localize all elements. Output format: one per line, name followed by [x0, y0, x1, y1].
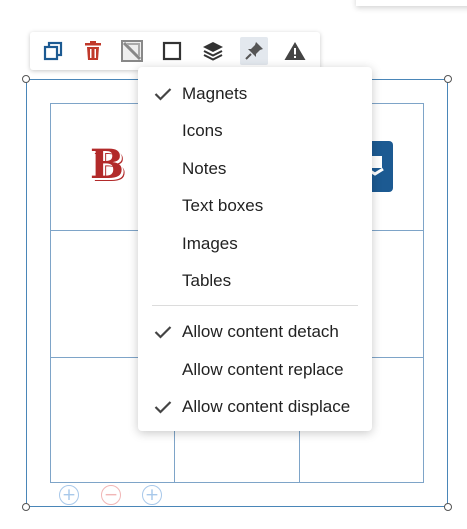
menu-item-label: Magnets: [182, 84, 248, 103]
logo-letter: B: [90, 141, 124, 188]
menu-item-icons[interactable]: Icons: [138, 113, 372, 149]
menu-item-label: Allow content replace: [182, 360, 344, 379]
menu-item-label: Icons: [182, 121, 223, 140]
crop-disabled-icon: [121, 40, 143, 62]
menu-item-images[interactable]: Images: [138, 226, 372, 262]
background-panel-edge: [356, 0, 467, 6]
menu-item-magnets[interactable]: Magnets: [138, 76, 372, 112]
duplicate-button[interactable]: [39, 37, 67, 65]
menu-item-label: Text boxes: [182, 196, 264, 215]
menu-item-label: Notes: [182, 159, 227, 178]
warning-button[interactable]: [281, 37, 309, 65]
resize-handle-top-right[interactable]: [444, 75, 452, 83]
resize-handle-bottom-right[interactable]: [444, 503, 452, 511]
checkmark-icon: [154, 88, 172, 101]
checkmark-icon: [154, 326, 172, 339]
checkmark-icon: [154, 401, 172, 414]
menu-item-text-boxes[interactable]: Text boxes: [138, 188, 372, 224]
menu-item-label: Allow content displace: [182, 397, 351, 416]
menu-item-tables[interactable]: Tables: [138, 263, 372, 299]
menu-divider: [152, 305, 358, 306]
pin-icon: [245, 42, 263, 60]
snap-options-menu: Magnets Icons Notes Text boxes Images Ta…: [138, 67, 372, 431]
pin-button[interactable]: [240, 37, 268, 65]
resize-handle-top-left[interactable]: [22, 75, 30, 83]
warning-icon: [284, 42, 306, 60]
layers-icon: [203, 42, 223, 61]
menu-item-notes[interactable]: Notes: [138, 151, 372, 187]
add-row-button[interactable]: +: [142, 485, 162, 505]
resize-handle-bottom-left[interactable]: [22, 503, 30, 511]
remove-column-button[interactable]: −: [101, 485, 121, 505]
square-icon: [162, 41, 182, 61]
add-column-button[interactable]: +: [59, 485, 79, 505]
border-button[interactable]: [158, 37, 186, 65]
crop-button[interactable]: [118, 37, 146, 65]
menu-item-label: Images: [182, 234, 238, 253]
menu-item-label: Allow content detach: [182, 322, 339, 341]
menu-option-allow-displace[interactable]: Allow content displace: [138, 389, 372, 425]
layers-button[interactable]: [199, 37, 227, 65]
menu-option-allow-replace[interactable]: Allow content replace: [138, 352, 372, 388]
delete-button[interactable]: [79, 37, 107, 65]
trash-icon: [85, 41, 101, 60]
menu-option-allow-detach[interactable]: Allow content detach: [138, 314, 372, 350]
duplicate-icon: [43, 41, 63, 61]
object-toolbar: [30, 32, 320, 70]
menu-item-label: Tables: [182, 271, 232, 290]
